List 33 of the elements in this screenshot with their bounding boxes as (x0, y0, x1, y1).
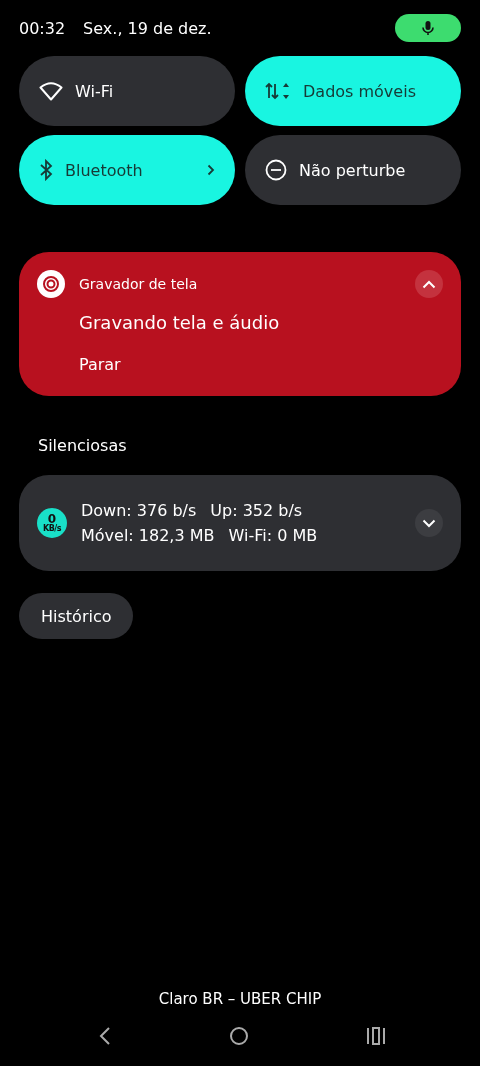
quick-setting-tile[interactable]: Dados móveis (245, 56, 461, 126)
usage-reading: Móvel: 182,3 MB (81, 526, 215, 545)
collapse-button[interactable] (415, 270, 443, 298)
quick-setting-tile[interactable]: Não perturbe (245, 135, 461, 205)
speed-reading: Up: 352 b/s (210, 501, 303, 520)
wifi-icon (39, 81, 63, 101)
data-arrows-icon (265, 81, 291, 101)
back-icon[interactable] (99, 1026, 111, 1046)
chevron-icon (422, 279, 436, 289)
clock: 00:32 (19, 18, 66, 38)
recent-apps-icon[interactable] (366, 1027, 386, 1045)
app-name: Gravador de tela (79, 276, 198, 292)
do-not-disturb-icon (265, 159, 287, 181)
history-button[interactable]: Histórico (19, 593, 134, 639)
stop-button[interactable]: Parar (79, 355, 121, 374)
chevron-right-icon (207, 164, 215, 176)
notification-title: Gravando tela e áudio (79, 312, 281, 333)
expand-button[interactable] (415, 509, 443, 537)
microphone-indicator[interactable] (395, 14, 461, 42)
record-icon (37, 270, 65, 298)
usage-reading: Wi-Fi: 0 MB (228, 526, 318, 545)
speed-badge: 0 KB/s (37, 508, 67, 538)
quick-setting-tile[interactable]: Bluetooth (19, 135, 235, 205)
home-icon[interactable] (228, 1026, 249, 1046)
speed-reading: Down: 376 b/s (81, 501, 197, 520)
quick-setting-tile[interactable]: Wi-Fi (19, 56, 235, 126)
notification-card[interactable]: Gravador de tela Gravando tela e áudio Parar (19, 252, 461, 396)
bluetooth-icon (39, 159, 53, 181)
date: Sex., 19 de dez. (83, 18, 212, 38)
section-title: Silenciosas (38, 436, 128, 456)
carrier-name: Claro BR – UBER CHIP (158, 990, 322, 1008)
notification-card[interactable]: 0 KB/s Down: 376 b/s Up: 352 b/s Móvel: 182,3 MB Wi-Fi: 0 MB (19, 475, 461, 571)
chevron-icon (422, 518, 436, 528)
